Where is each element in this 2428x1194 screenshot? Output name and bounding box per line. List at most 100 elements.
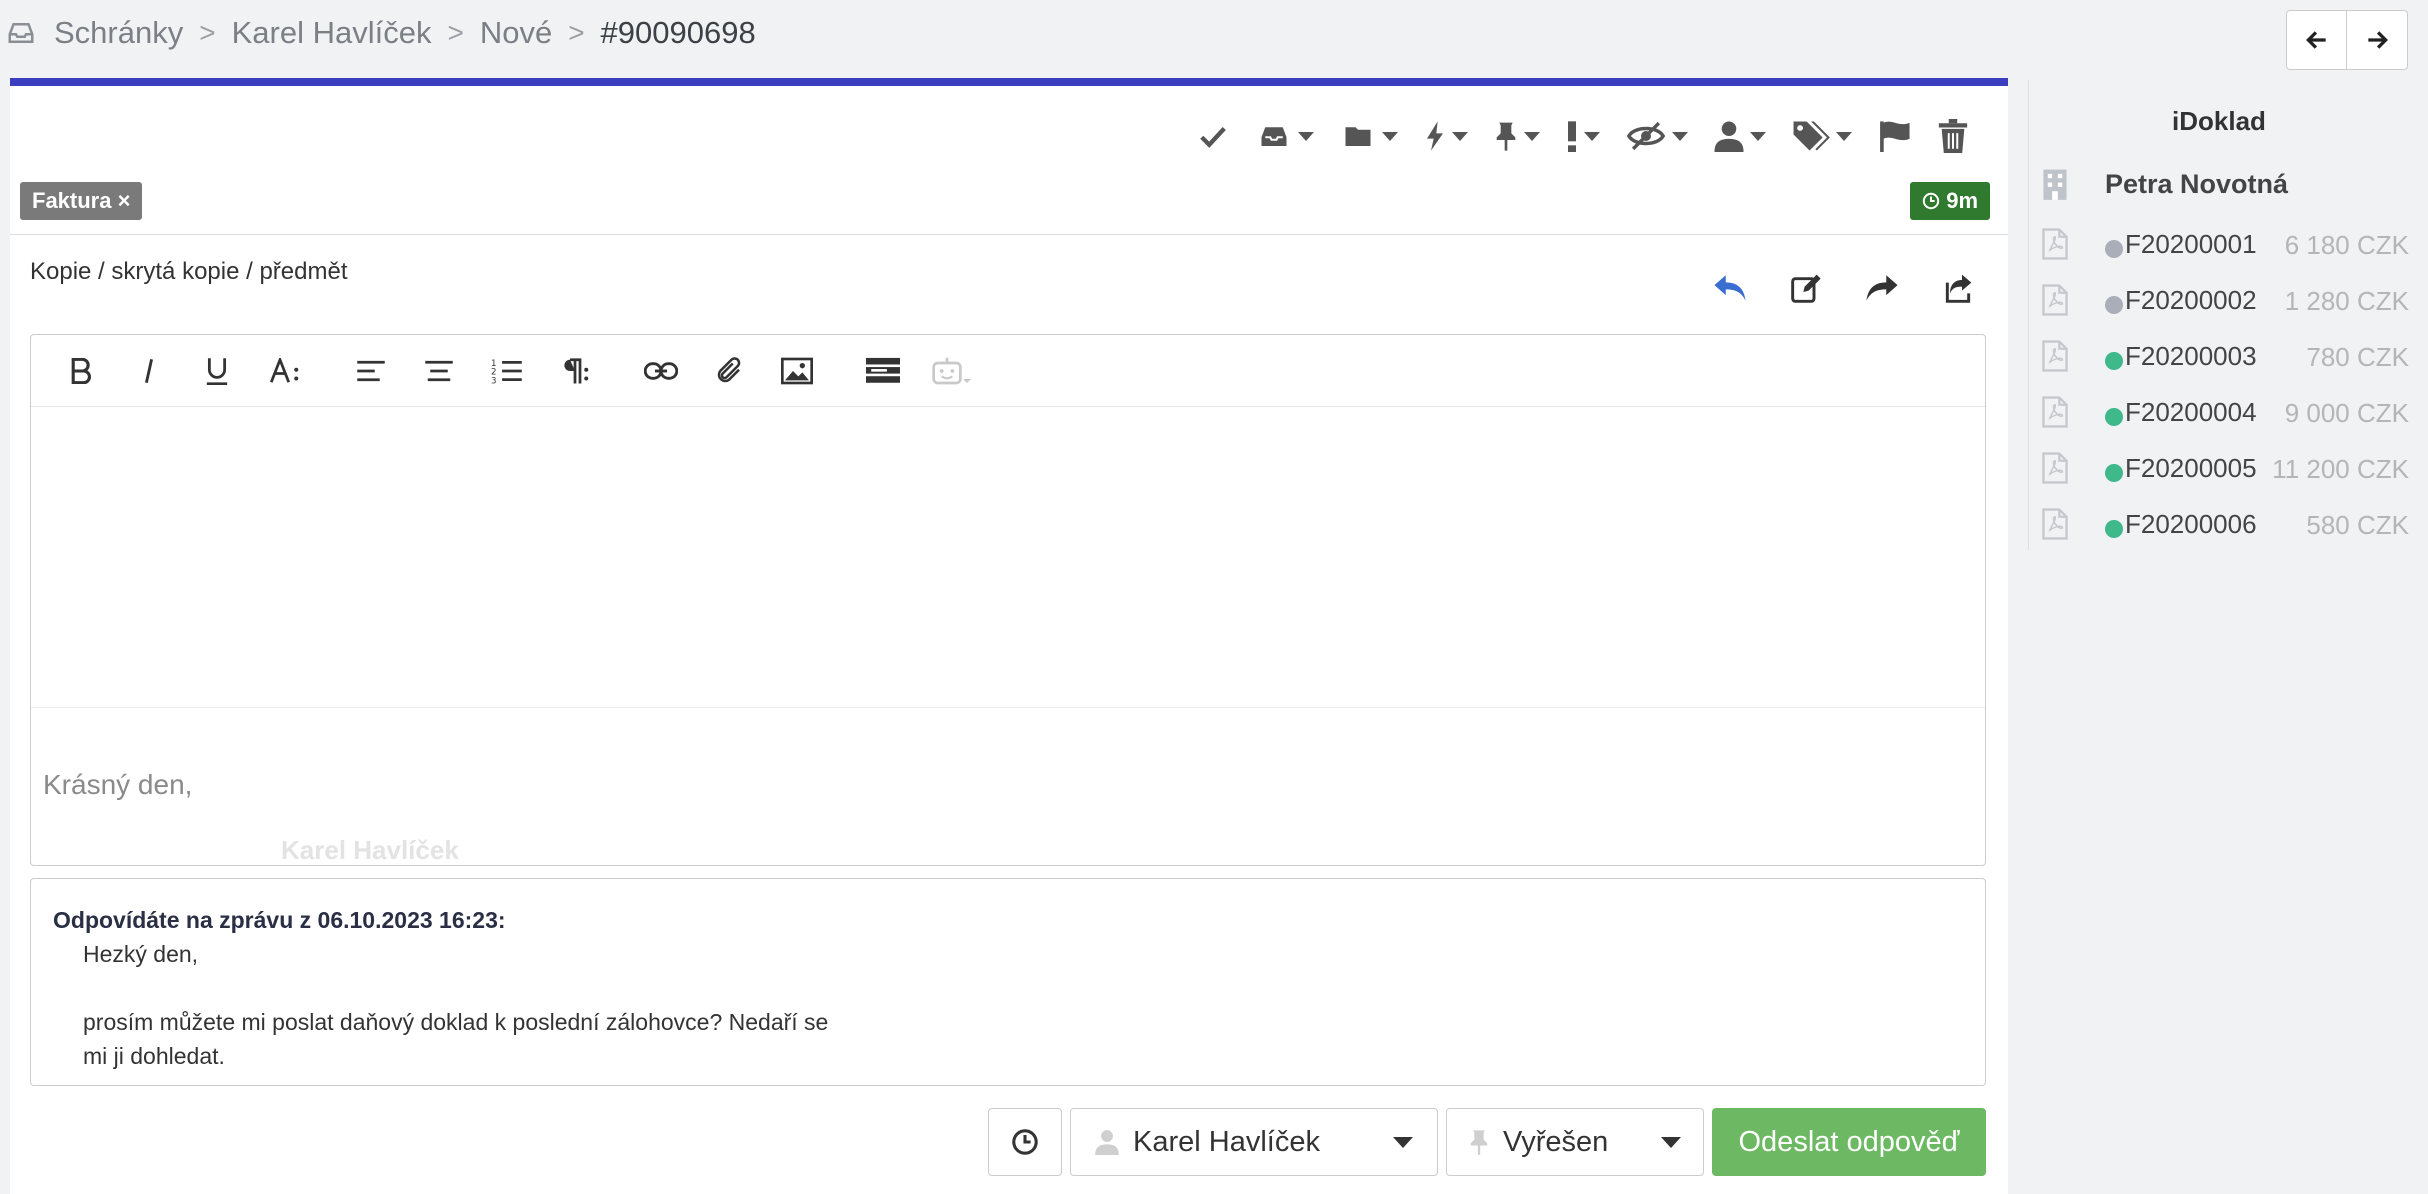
- invoice-amount: 780 CZK: [2306, 342, 2409, 372]
- paragraph-icon: [564, 357, 589, 383]
- underline-button[interactable]: [197, 351, 237, 391]
- chevron-down-icon: [1672, 131, 1688, 141]
- chevron-down-icon: [1661, 1136, 1681, 1148]
- ticket-toolbar: [1170, 112, 1968, 160]
- breadcrumb-item-mailbox[interactable]: Karel Havlíček: [232, 15, 432, 51]
- status-select[interactable]: Vyřešen: [1446, 1108, 1704, 1176]
- move-mailbox-dropdown[interactable]: [1256, 112, 1314, 160]
- resolve-button[interactable]: [1196, 112, 1230, 160]
- pdf-file-icon: [2035, 508, 2075, 540]
- font-size-button[interactable]: [265, 351, 305, 391]
- folder-dropdown[interactable]: [1340, 112, 1398, 160]
- inbox-icon: [1261, 127, 1287, 146]
- chevron-down-icon: [1298, 131, 1314, 141]
- paragraph-button[interactable]: [555, 351, 595, 391]
- tag-badge[interactable]: Faktura ×: [20, 182, 143, 220]
- exclamation-icon: [1568, 121, 1576, 152]
- delete-button[interactable]: [1938, 112, 1968, 160]
- attach-file-button[interactable]: [709, 351, 749, 391]
- assignee-select[interactable]: Karel Havlíček: [1070, 1108, 1438, 1176]
- robot-icon: [932, 357, 971, 384]
- breadcrumb-item-mailboxes[interactable]: Schránky: [54, 15, 183, 51]
- panel-title: iDoklad: [2172, 106, 2266, 136]
- user-icon: [1095, 1130, 1119, 1155]
- quoted-message-header: Odpovídáte na zprávu z 06.10.2023 16:23:: [53, 907, 506, 933]
- cc-bcc-subject-link[interactable]: Kopie / skrytá kopie / předmět: [30, 258, 347, 286]
- bold-button[interactable]: [61, 351, 101, 391]
- building-icon: [2035, 168, 2075, 200]
- invoice-row[interactable]: F20200001 6 180 CZK: [2029, 220, 2409, 268]
- paperclip-icon: [717, 356, 741, 382]
- invoice-number: F20200003: [2125, 340, 2257, 371]
- pin-dropdown[interactable]: [1494, 112, 1540, 160]
- assignee-value: Karel Havlíček: [1133, 1125, 1320, 1158]
- breadcrumb-separator: >: [199, 17, 216, 48]
- invoice-row[interactable]: F20200006 580 CZK: [2029, 500, 2409, 548]
- next-ticket-button[interactable]: [2347, 11, 2407, 69]
- italic-button[interactable]: [129, 351, 169, 391]
- insert-image-button[interactable]: [777, 351, 817, 391]
- invoice-row[interactable]: F20200003 780 CZK: [2029, 332, 2409, 380]
- macro-dropdown[interactable]: [1424, 112, 1468, 160]
- previous-ticket-button[interactable]: [2287, 11, 2347, 69]
- assign-user-dropdown[interactable]: [1714, 112, 1766, 160]
- invoice-amount: 9 000 CZK: [2284, 398, 2409, 428]
- breadcrumb-current-ticket: #90090698: [600, 15, 756, 50]
- signature-divider: [31, 707, 1985, 708]
- invoice-number: F20200001: [2125, 228, 2257, 259]
- message-editor[interactable]: 123 Krásný den, Karel Havlíček: [30, 334, 1986, 866]
- pdf-file-icon: [2035, 396, 2075, 428]
- ordered-list-button[interactable]: 123: [487, 351, 527, 391]
- flag-button[interactable]: [1878, 112, 1912, 160]
- share-button[interactable]: [1940, 270, 1976, 306]
- visibility-dropdown[interactable]: [1626, 112, 1688, 160]
- chevron-down-icon: [1836, 131, 1852, 141]
- invoice-number: F20200005: [2125, 452, 2257, 483]
- align-center-button[interactable]: [419, 351, 459, 391]
- invoice-number: F20200002: [2125, 284, 2257, 315]
- insert-template-button[interactable]: [863, 351, 903, 391]
- pdf-file-icon: [2035, 452, 2075, 484]
- invoice-status-dot: [2105, 240, 2123, 258]
- editor-body[interactable]: [31, 407, 1985, 707]
- signature-name: Karel Havlíček: [281, 835, 459, 865]
- invoice-status-dot: [2105, 296, 2123, 314]
- contact-row[interactable]: Petra Novotná: [2029, 168, 2288, 200]
- contact-name: Petra Novotná: [2105, 168, 2289, 199]
- template-icon: [866, 357, 900, 383]
- priority-dropdown[interactable]: [1566, 112, 1600, 160]
- breadcrumb-separator: >: [447, 17, 464, 48]
- reply-button[interactable]: [1712, 270, 1748, 306]
- invoice-status-dot: [2105, 520, 2123, 538]
- user-icon: [1714, 121, 1744, 152]
- arrow-right-icon: [2368, 31, 2388, 49]
- invoice-status-dot: [2105, 464, 2123, 482]
- snooze-button[interactable]: [988, 1108, 1062, 1176]
- font-size-icon: [270, 357, 299, 383]
- chevron-down-icon: [1584, 131, 1600, 141]
- invoice-status-dot: [2105, 408, 2123, 426]
- pdf-file-icon: [2035, 284, 2075, 316]
- forward-icon: [1866, 275, 1898, 301]
- align-left-button[interactable]: [351, 351, 391, 391]
- pin-icon: [1470, 1130, 1488, 1155]
- invoice-row[interactable]: F20200005 11 200 CZK: [2029, 444, 2409, 492]
- insert-link-button[interactable]: [641, 351, 681, 391]
- note-button[interactable]: [1788, 270, 1824, 306]
- invoice-number: F20200006: [2125, 508, 2257, 539]
- breadcrumb-item-folder[interactable]: Nové: [480, 15, 552, 51]
- invoice-row[interactable]: F20200002 1 280 CZK: [2029, 276, 2409, 324]
- invoice-number: F20200004: [2125, 396, 2257, 427]
- share-icon: [1945, 274, 1972, 303]
- invoice-row[interactable]: F20200004 9 000 CZK: [2029, 388, 2409, 436]
- trash-icon: [1938, 119, 1968, 153]
- tags-dropdown[interactable]: [1792, 112, 1852, 160]
- flag-icon: [1880, 121, 1910, 152]
- bolt-icon: [1427, 121, 1443, 151]
- forward-button[interactable]: [1864, 270, 1900, 306]
- clock-icon: [1012, 1129, 1038, 1155]
- send-reply-button[interactable]: Odeslat odpověď: [1712, 1108, 1986, 1176]
- align-center-icon: [425, 360, 453, 381]
- link-icon: [644, 361, 678, 380]
- ai-assistant-button[interactable]: [931, 351, 971, 391]
